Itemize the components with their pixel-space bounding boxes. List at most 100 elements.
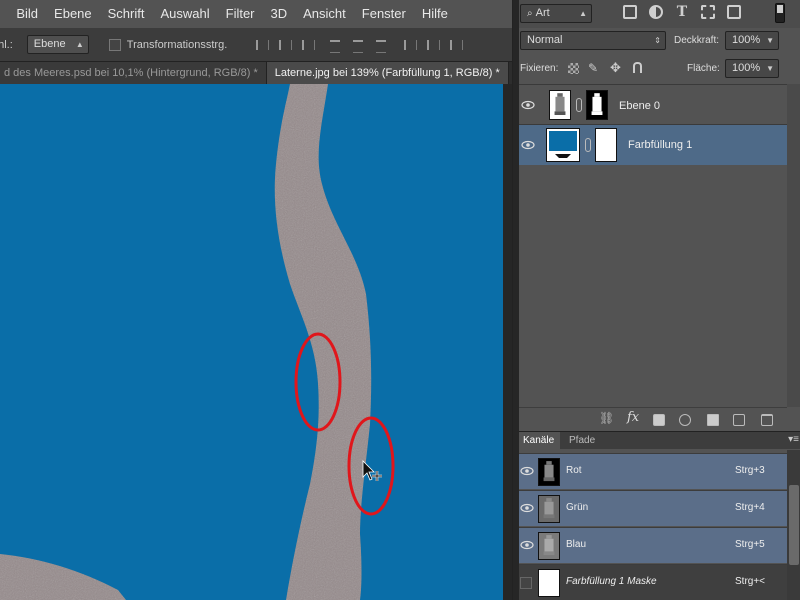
eye-icon[interactable] (520, 465, 534, 477)
chevron-down-icon[interactable]: ▼ (766, 32, 774, 49)
options-bar: ähl.: Ebene ▲ Transformationsstrg. (0, 28, 512, 62)
panel-menu-icon[interactable]: ▾≡ (788, 434, 799, 445)
filter-value: Art (535, 7, 550, 19)
lock-position-icon[interactable]: ✥ (610, 60, 621, 76)
filter-toggle[interactable] (775, 3, 785, 23)
channel-shortcut: Strg+5 (735, 539, 765, 550)
rope-shape (274, 84, 372, 600)
align-hcenter-icon[interactable] (351, 38, 365, 53)
canvas-scrollbar[interactable] (503, 84, 512, 600)
fx-icon[interactable]: fx (627, 410, 639, 425)
menu-schrift[interactable]: Schrift (100, 0, 153, 28)
transform-controls-checkbox[interactable] (108, 38, 121, 51)
menu-bild[interactable]: Bild (8, 0, 46, 28)
blend-mode-dropdown[interactable]: Normal ⇕ (520, 31, 666, 50)
lantern-channel-icon (543, 535, 555, 556)
new-group-icon[interactable] (707, 414, 719, 426)
link-icon[interactable] (576, 98, 582, 112)
adjustment-layer-filter-icon[interactable] (649, 5, 663, 19)
fill-label: Fläche: (687, 63, 720, 74)
channel-row-blau[interactable]: Blau Strg+5 (513, 527, 787, 563)
layer-name: Farbfüllung 1 (628, 139, 693, 151)
fill-value: 100% (732, 62, 761, 74)
align-vcenter-icon[interactable] (277, 38, 293, 52)
lantern-mask-icon (591, 93, 603, 115)
scroll-thumb[interactable] (789, 485, 799, 565)
chevron-down-icon[interactable]: ▼ (766, 60, 774, 77)
fill-layer-thumbnail (546, 128, 580, 162)
lock-row: Fixieren: ✎ ✥ Fläche: 100% ▼ (513, 54, 800, 82)
lock-brush-icon[interactable]: ✎ (588, 61, 598, 75)
menu-hilfe[interactable]: Hilfe (414, 0, 456, 28)
channel-shortcut: Strg+4 (735, 502, 765, 513)
align-left-icon[interactable] (328, 38, 342, 53)
adjustment-layer-icon[interactable] (679, 414, 691, 426)
channel-name: Grün (566, 502, 589, 513)
blend-row: Normal ⇕ Deckkraft: 100% ▼ (513, 28, 800, 54)
dropdown-arrow-icon: ⇕ (654, 36, 661, 45)
tab-label: d des Meeres.psd bei 10,1% (Hintergrund,… (4, 67, 258, 79)
menu-ebene[interactable]: Ebene (46, 0, 100, 28)
menu-auswahl[interactable]: Auswahl (152, 0, 217, 28)
auto-select-dropdown[interactable]: Ebene ▲ (26, 35, 89, 54)
channels-tab-bar: Kanäle Pfade ▾≡ (513, 431, 800, 450)
channel-shortcut: Strg+3 (735, 465, 765, 476)
visibility-box[interactable] (520, 577, 532, 589)
fill-indicator-icon (555, 154, 571, 159)
eye-icon[interactable] (521, 98, 535, 112)
delete-layer-icon[interactable] (761, 414, 773, 426)
link-icon[interactable] (585, 138, 591, 152)
channel-row-rot[interactable]: Rot Strg+3 (513, 453, 787, 489)
panel-divider[interactable] (513, 0, 519, 600)
fill-input[interactable]: 100% ▼ (725, 59, 779, 78)
channel-row-mask[interactable]: Farbfüllung 1 Maske Strg+< (513, 564, 787, 600)
layer-mask-thumbnail[interactable] (595, 128, 617, 162)
channel-thumbnail (538, 569, 560, 597)
menu-ansicht[interactable]: Ansicht (295, 0, 354, 28)
align-right-icon[interactable] (374, 38, 388, 53)
pixel-layer-filter-icon[interactable] (623, 5, 637, 19)
transform-controls-label: Transformationsstrg. (126, 38, 228, 51)
photoshop-window: Datei Bild Ebene Schrift Auswahl Filter … (0, 0, 800, 600)
lock-transparent-icon[interactable] (568, 63, 579, 74)
layer-thumbnail (549, 90, 571, 120)
layer-row-farbfuellung1[interactable]: Farbfüllung 1 (513, 124, 787, 165)
add-mask-icon[interactable] (653, 414, 665, 426)
layer-filter-dropdown[interactable]: ⌕ Art ▲ (520, 4, 592, 23)
eye-icon[interactable] (521, 138, 535, 152)
shape-layer-filter-icon[interactable] (701, 5, 715, 19)
layer-row-ebene0[interactable]: Ebene 0 (513, 84, 787, 125)
tab-kanaele[interactable]: Kanäle (517, 432, 561, 450)
document-canvas[interactable] (0, 84, 503, 600)
channels-scrollbar[interactable] (787, 450, 800, 600)
distribute-vcenter-icon[interactable] (425, 38, 441, 52)
right-panel-dock: ⌕ Art ▲ T Normal ⇕ Deckkraft: 100% ▼ Fix… (512, 0, 800, 600)
smart-object-filter-icon[interactable] (727, 5, 741, 19)
lock-all-icon[interactable] (633, 62, 642, 73)
eye-icon[interactable] (520, 502, 534, 514)
new-layer-icon[interactable] (733, 414, 745, 426)
tab-laterne-jpg[interactable]: Laterne.jpg bei 139% (Farbfüllung 1, RGB… (266, 62, 509, 84)
menu-bar: Datei Bild Ebene Schrift Auswahl Filter … (0, 0, 512, 28)
align-top-icon[interactable] (254, 38, 270, 52)
channel-row-gruen[interactable]: Grün Strg+4 (513, 490, 787, 526)
distribute-bottom-icon[interactable] (448, 38, 464, 52)
layers-scrollbar[interactable] (787, 84, 800, 407)
layer-mask-thumbnail[interactable] (586, 90, 608, 120)
menu-fenster[interactable]: Fenster (354, 0, 414, 28)
tab-meeres-psd[interactable]: d des Meeres.psd bei 10,1% (Hintergrund,… (0, 62, 267, 84)
menu-datei[interactable]: Datei (0, 0, 8, 28)
channel-name: Farbfüllung 1 Maske (566, 576, 657, 587)
tab-pfade[interactable]: Pfade (563, 432, 601, 450)
lantern-channel-icon (543, 498, 555, 519)
menu-filter[interactable]: Filter (218, 0, 263, 28)
menu-3d[interactable]: 3D (263, 0, 296, 28)
type-layer-filter-icon[interactable]: T (675, 5, 689, 19)
eye-icon[interactable] (520, 539, 534, 551)
lantern-channel-icon (543, 461, 555, 482)
link-layers-icon[interactable]: ⛓ (599, 411, 614, 425)
opacity-input[interactable]: 100% ▼ (725, 31, 779, 50)
channel-thumbnail (538, 458, 560, 486)
distribute-top-icon[interactable] (402, 38, 418, 52)
align-bottom-icon[interactable] (300, 38, 316, 52)
